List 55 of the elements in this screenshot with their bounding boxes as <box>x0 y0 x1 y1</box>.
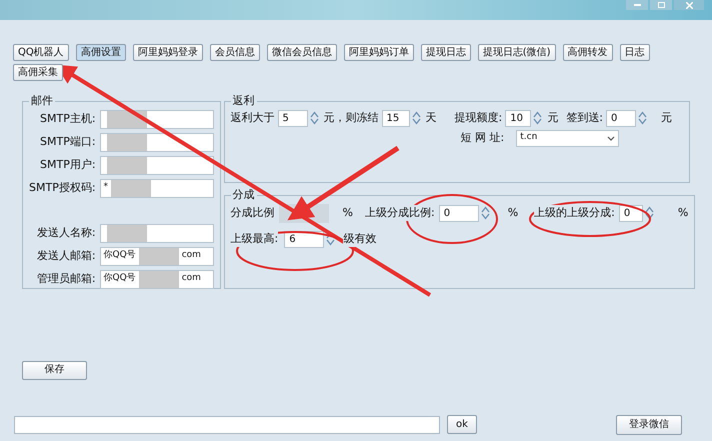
tab-button[interactable]: 高佣设置 <box>76 44 126 61</box>
tab-button[interactable]: 提现日志 <box>420 44 471 61</box>
group-title: 分成 <box>232 187 256 203</box>
text-field[interactable] <box>100 110 214 128</box>
text-field[interactable]: 你QQ号 com <box>100 270 214 288</box>
blurred-area <box>106 134 147 150</box>
group-title: 返利 <box>232 93 256 109</box>
blurred-area <box>138 248 179 264</box>
close-icon[interactable] <box>674 0 704 10</box>
field-text: * <box>104 181 108 194</box>
minimize-icon[interactable] <box>626 0 648 10</box>
field-text: 你QQ号 <box>104 272 136 286</box>
spinner-arrows-icon[interactable] <box>480 206 490 220</box>
field-text: 你QQ号 <box>104 249 136 262</box>
text-field[interactable] <box>100 224 214 242</box>
spinner-arrows-icon[interactable] <box>310 111 319 125</box>
group-title: 邮件 <box>30 93 54 109</box>
number-field[interactable]: 0 <box>606 110 636 126</box>
tab-button[interactable]: 提现日志(微信) <box>478 44 556 61</box>
tab-button[interactable]: 高佣转发 <box>562 44 613 61</box>
save-button[interactable]: 保存 <box>22 360 87 380</box>
dropdown[interactable]: t.cn <box>516 130 620 146</box>
tab-button[interactable]: 日志 <box>620 44 650 61</box>
tab-button[interactable]: 微信会员信息 <box>266 44 337 61</box>
field-label: 级有效 <box>343 230 376 248</box>
blurred-area <box>111 180 152 196</box>
text-field[interactable] <box>100 132 214 152</box>
number-field[interactable]: 5 <box>278 110 308 126</box>
tab-button[interactable]: 阿里妈妈订单 <box>344 44 414 61</box>
blurred-area <box>106 224 147 242</box>
maximize-icon[interactable] <box>650 0 672 10</box>
field-label: 上级分成比例: <box>365 204 435 222</box>
text-field[interactable]: 你QQ号 com <box>100 246 214 266</box>
tab-button[interactable]: 会员信息 <box>210 44 260 61</box>
text-field[interactable]: * <box>100 178 214 198</box>
spinner-arrows-icon[interactable] <box>644 206 654 220</box>
ok-button[interactable]: ok <box>447 415 477 434</box>
chevron-down-icon <box>607 136 616 140</box>
number-field[interactable]: 0 <box>438 204 479 222</box>
spinner-arrows-icon[interactable] <box>533 111 542 125</box>
number-field[interactable]: 10 <box>505 110 532 126</box>
blurred-area <box>138 270 179 288</box>
login-wechat-button[interactable]: 登录微信 <box>616 414 682 434</box>
tab-button[interactable]: 阿里妈妈登录 <box>132 44 203 61</box>
field-label: 上级最高: <box>230 230 278 248</box>
tab-button[interactable]: QQ机器人 <box>13 44 69 61</box>
tab-button[interactable]: 高佣采集 <box>13 64 63 81</box>
blurred-area <box>106 156 147 174</box>
spinner-arrows-icon[interactable] <box>412 111 421 125</box>
text-field[interactable] <box>100 156 214 174</box>
text-input[interactable] <box>14 416 440 434</box>
field-text: com <box>182 272 201 286</box>
field-text: com <box>182 249 201 262</box>
spinner-arrows-icon[interactable] <box>638 111 647 125</box>
number-field[interactable]: 15 <box>382 110 410 126</box>
